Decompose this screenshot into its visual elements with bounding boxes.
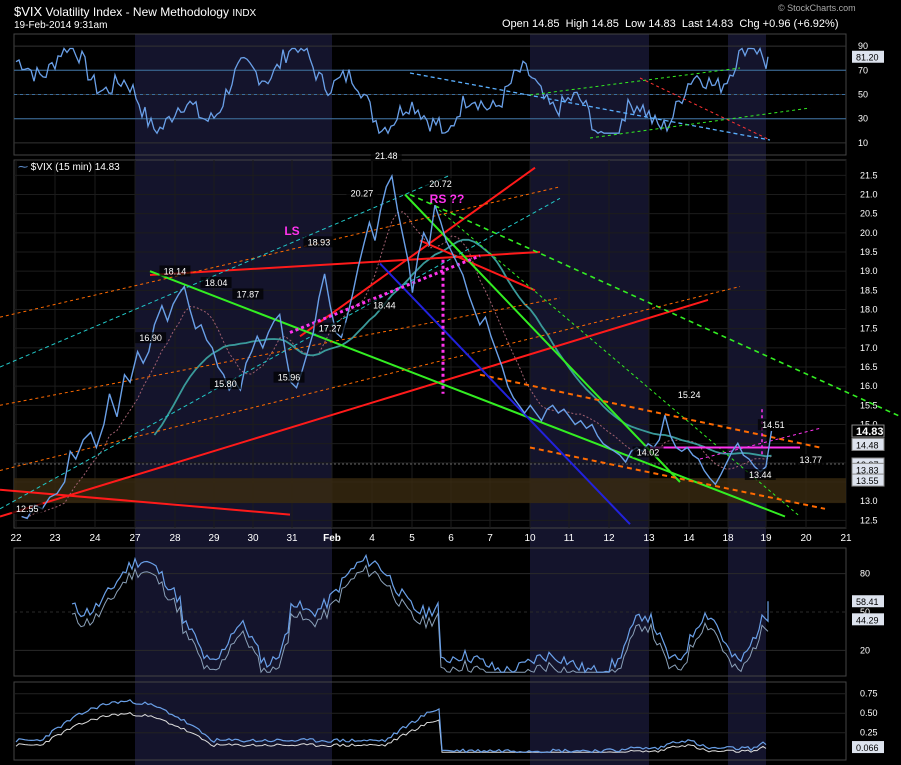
stock-chart: 90 70 50 30 10 81.20 21.5 21.0 20.5 20.0 19.5 19.0… bbox=[0, 33, 901, 765]
point-label: 21.48 bbox=[375, 151, 398, 161]
point-label: 14.51 bbox=[762, 420, 785, 430]
main-price-panel: 21.5 21.0 20.5 20.0 19.5 19.0 18.5 18.0 17.5 17.0… bbox=[0, 150, 901, 529]
main-legend: ⁓ $VIX (15 min) 14.83 bbox=[18, 162, 120, 173]
b1-value-label: 44.29 bbox=[856, 615, 879, 625]
point-label: 16.90 bbox=[139, 333, 162, 343]
top-tick-label: 50 bbox=[858, 90, 868, 100]
point-label: 12.55 bbox=[16, 504, 39, 514]
x-tick-label: 12 bbox=[603, 533, 615, 544]
point-label: 13.44 bbox=[749, 470, 772, 480]
x-tick-label: 30 bbox=[247, 533, 259, 544]
index-name: Volatility Index - New Methodology bbox=[45, 5, 229, 19]
point-label: 17.87 bbox=[237, 289, 260, 299]
point-label: 18.44 bbox=[373, 301, 396, 311]
price-tick-label: 20.0 bbox=[860, 228, 878, 238]
chart-title: $VIX Volatility Index - New Methodology … bbox=[14, 4, 256, 19]
rsi-line bbox=[15, 46, 769, 135]
point-label: 18.93 bbox=[308, 237, 331, 247]
price-tick-label: 21.0 bbox=[860, 190, 878, 200]
x-tick-label: Feb bbox=[323, 533, 341, 544]
b1-value-label: 58.41 bbox=[856, 597, 879, 607]
b2-line-main bbox=[15, 699, 767, 754]
quote-change: +0.96 (+6.92%) bbox=[762, 18, 839, 30]
b2-tick-label: 0.25 bbox=[860, 728, 878, 738]
quote-bar: Open 14.85 High 14.85 Low 14.83 Last 14.… bbox=[502, 18, 839, 30]
annotation-rs: RS ?? bbox=[430, 192, 465, 206]
point-label: 15.24 bbox=[678, 390, 701, 400]
point-label: 17.27 bbox=[319, 324, 342, 334]
price-tick-label: 20.5 bbox=[860, 209, 878, 219]
point-label: 14.02 bbox=[637, 447, 660, 457]
x-axis: 22 23 24 27 28 29 30 31 Feb 4 5 6 7 10 11 12 13 14 18 19 20 2… bbox=[10, 533, 852, 544]
point-label: 18.14 bbox=[164, 266, 187, 276]
b1-tick-label: 80 bbox=[860, 569, 870, 579]
price-tick-label: 16.5 bbox=[860, 362, 878, 372]
shade-band-0 bbox=[135, 34, 332, 765]
point-label: 13.77 bbox=[799, 455, 822, 465]
b2-tick-label: 0.50 bbox=[860, 708, 878, 718]
x-tick-label: 18 bbox=[722, 533, 734, 544]
x-tick-label: 21 bbox=[840, 533, 852, 544]
green-dash-1 bbox=[409, 193, 901, 418]
point-label: 20.27 bbox=[351, 189, 374, 199]
right-value-label: 14.83 bbox=[856, 426, 884, 438]
quote-low: 14.83 bbox=[648, 18, 676, 30]
top-tick-label: 70 bbox=[858, 65, 868, 75]
x-tick-label: 13 bbox=[643, 533, 655, 544]
point-label: 18.04 bbox=[205, 278, 228, 288]
price-tick-label: 19.5 bbox=[860, 247, 878, 257]
price-tick-label: 12.5 bbox=[860, 515, 878, 525]
price-tick-label: 15.5 bbox=[860, 400, 878, 410]
support-band bbox=[14, 478, 846, 504]
x-tick-label: 14 bbox=[683, 533, 695, 544]
price-tick-label: 21.5 bbox=[860, 170, 878, 180]
x-tick-label: 22 bbox=[10, 533, 22, 544]
x-tick-label: 6 bbox=[448, 533, 454, 544]
x-tick-label: 31 bbox=[286, 533, 298, 544]
point-label: 15.80 bbox=[214, 379, 237, 389]
price-tick-label: 16.0 bbox=[860, 381, 878, 391]
quote-last: 14.83 bbox=[705, 18, 734, 30]
legend-line-icon: ⁓ bbox=[18, 162, 28, 173]
top-value-label: 81.20 bbox=[856, 53, 879, 63]
exchange: INDX bbox=[232, 8, 257, 19]
b1-tick-label: 20 bbox=[860, 645, 870, 655]
price-tick-label: 18.5 bbox=[860, 285, 878, 295]
price-tick-label: 13.0 bbox=[860, 496, 878, 506]
symbol: $VIX bbox=[14, 4, 43, 19]
b2-tick-label: 0.75 bbox=[860, 689, 878, 699]
price-tick-label: 18.0 bbox=[860, 305, 878, 315]
annotation-ls: LS bbox=[284, 224, 299, 238]
x-tick-label: 7 bbox=[487, 533, 493, 544]
top-tick-label: 10 bbox=[858, 138, 868, 148]
quote-high: 14.85 bbox=[591, 18, 619, 30]
right-value-label: 14.48 bbox=[856, 440, 879, 450]
x-tick-label: 23 bbox=[49, 533, 61, 544]
x-tick-label: 5 bbox=[409, 533, 415, 544]
top-tick-label: 90 bbox=[858, 41, 868, 51]
x-tick-label: 28 bbox=[169, 533, 181, 544]
watermark: © StockCharts.com bbox=[778, 3, 856, 13]
x-tick-label: 27 bbox=[129, 533, 141, 544]
x-tick-label: 4 bbox=[369, 533, 375, 544]
quote-open: 14.85 bbox=[531, 18, 560, 30]
price-tick-label: 19.0 bbox=[860, 266, 878, 276]
x-tick-label: 24 bbox=[89, 533, 101, 544]
x-tick-label: 20 bbox=[800, 533, 812, 544]
price-tick-label: 17.5 bbox=[860, 324, 878, 334]
x-tick-label: 29 bbox=[208, 533, 220, 544]
x-tick-label: 11 bbox=[564, 533, 575, 544]
b2-value-label: 0.066 bbox=[856, 743, 879, 753]
x-tick-label: 10 bbox=[524, 533, 536, 544]
price-tick-label: 17.0 bbox=[860, 343, 878, 353]
right-value-label: 13.55 bbox=[856, 476, 879, 486]
chart-datetime: 19-Feb-2014 9:31am bbox=[14, 20, 108, 31]
top-tick-label: 30 bbox=[858, 114, 868, 124]
point-label: 20.72 bbox=[429, 179, 452, 189]
x-tick-label: 19 bbox=[760, 533, 772, 544]
point-label: 15.96 bbox=[278, 373, 301, 383]
red-trendline-5 bbox=[419, 239, 536, 292]
